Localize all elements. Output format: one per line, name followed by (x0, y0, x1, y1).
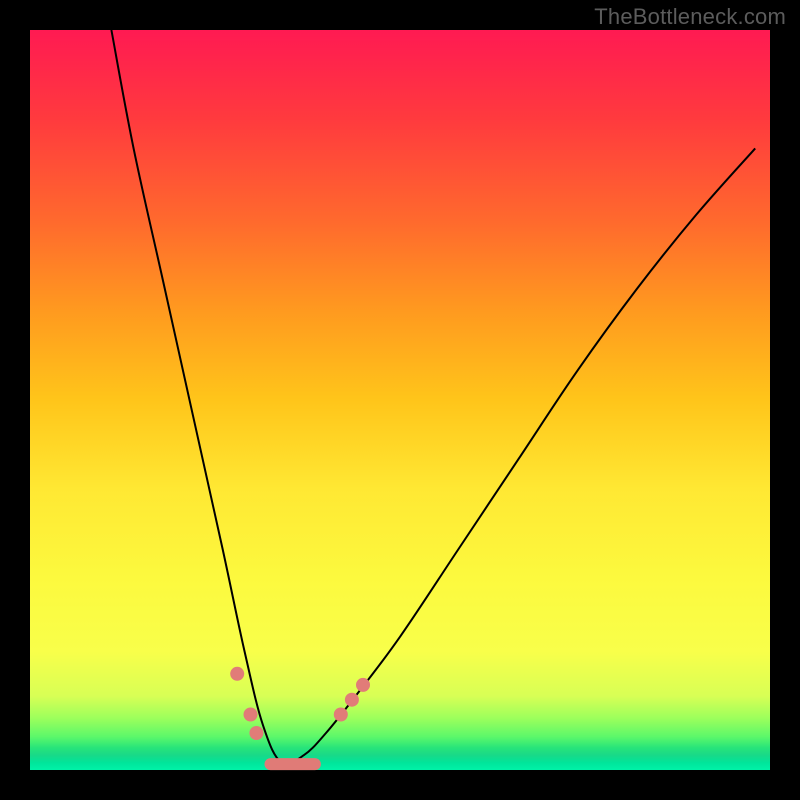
data-marker (230, 667, 244, 681)
data-marker (244, 708, 258, 722)
data-marker (356, 678, 370, 692)
data-marker (249, 726, 263, 740)
curve-layer (30, 30, 770, 770)
bottleneck-curve (111, 30, 755, 764)
plot-area (30, 30, 770, 770)
watermark-text: TheBottleneck.com (594, 4, 786, 30)
data-marker (345, 693, 359, 707)
data-marker (334, 708, 348, 722)
chart-frame: TheBottleneck.com (0, 0, 800, 800)
